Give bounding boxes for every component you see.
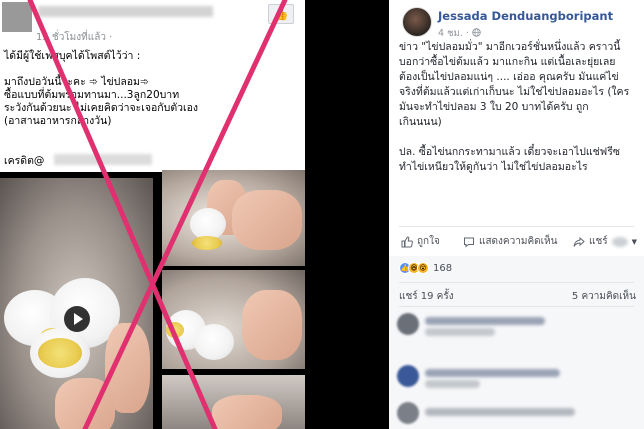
left-screenshot: 15 ชั่วโมงที่แล้ว · 👍 ได้มีผู้ใช้เฟสบุคไ… <box>0 0 305 429</box>
blurred-author-name <box>38 6 213 17</box>
blurred-comment <box>425 328 495 336</box>
egg-photo-2 <box>162 270 305 369</box>
egg-photo-1 <box>162 170 305 266</box>
globe-icon <box>472 28 481 37</box>
avatar <box>397 402 419 424</box>
blurred-comment <box>425 317 545 325</box>
egg-photo-main <box>0 178 153 429</box>
egg-photo-3 <box>162 375 305 429</box>
play-icon[interactable] <box>64 306 90 332</box>
avatar <box>2 2 32 32</box>
post-text: ข่าว "ไข่ปลอมมั่ว" มาอีกเวอร์ชั่นหนึ่งแล… <box>399 41 630 173</box>
action-bar: ถูกใจ แสดงความคิดเห็น แชร์ ▼ <box>399 234 639 250</box>
comment-count[interactable]: 5 ความคิดเห็น <box>572 289 636 304</box>
blurred-comment <box>425 380 480 388</box>
thumbs-up-icon[interactable]: 👍 <box>268 4 294 24</box>
wow-reaction-icon: 😮 <box>417 262 429 274</box>
author-name[interactable]: Jessada Denduangboripant <box>438 9 613 23</box>
share-audience-avatar <box>611 236 628 247</box>
post-meta: 4 ชม. · <box>438 26 481 41</box>
share-label: แชร์ <box>589 236 608 247</box>
avatar[interactable] <box>402 7 432 37</box>
post-timestamp[interactable]: 4 ชม. <box>438 28 463 39</box>
comment-item <box>397 402 637 429</box>
divider <box>399 306 634 307</box>
original-post-text: ได้มีผู้ใช้เฟสบุคได้โพสต์ไว้ว่า : มาถึงป… <box>4 50 199 127</box>
credit-label: เครดิต@ <box>4 155 45 167</box>
blurred-comment <box>425 408 575 416</box>
reaction-count: 168 <box>433 262 453 274</box>
comment-icon <box>464 237 474 248</box>
divider <box>399 282 634 283</box>
share-button[interactable]: แชร์ ▼ <box>573 234 637 249</box>
avatar <box>397 313 419 335</box>
divider <box>399 226 634 227</box>
post-time: 15 ชั่วโมงที่แล้ว · <box>36 32 113 43</box>
reactions-summary[interactable]: 👍 😆 😮 168 <box>399 262 452 274</box>
comment-button[interactable]: แสดงความคิดเห็น <box>463 234 557 249</box>
share-icon <box>573 236 585 247</box>
like-label: ถูกใจ <box>417 236 440 247</box>
like-button[interactable]: ถูกใจ <box>401 234 440 249</box>
blurred-comment <box>425 369 560 377</box>
like-icon <box>401 235 413 247</box>
avatar <box>397 365 419 387</box>
facebook-post: Jessada Denduangboripant 4 ชม. · ข่าว "ไ… <box>389 0 644 429</box>
blurred-credit <box>54 154 152 165</box>
comment-label: แสดงความคิดเห็น <box>479 236 558 247</box>
original-post-card: 15 ชั่วโมงที่แล้ว · 👍 ได้มีผู้ใช้เฟสบุคไ… <box>0 0 305 172</box>
chevron-down-icon[interactable]: ▼ <box>632 238 637 246</box>
comment-item <box>397 313 637 343</box>
comment-item <box>397 365 637 395</box>
share-count[interactable]: แชร์ 19 ครั้ง <box>399 289 454 304</box>
